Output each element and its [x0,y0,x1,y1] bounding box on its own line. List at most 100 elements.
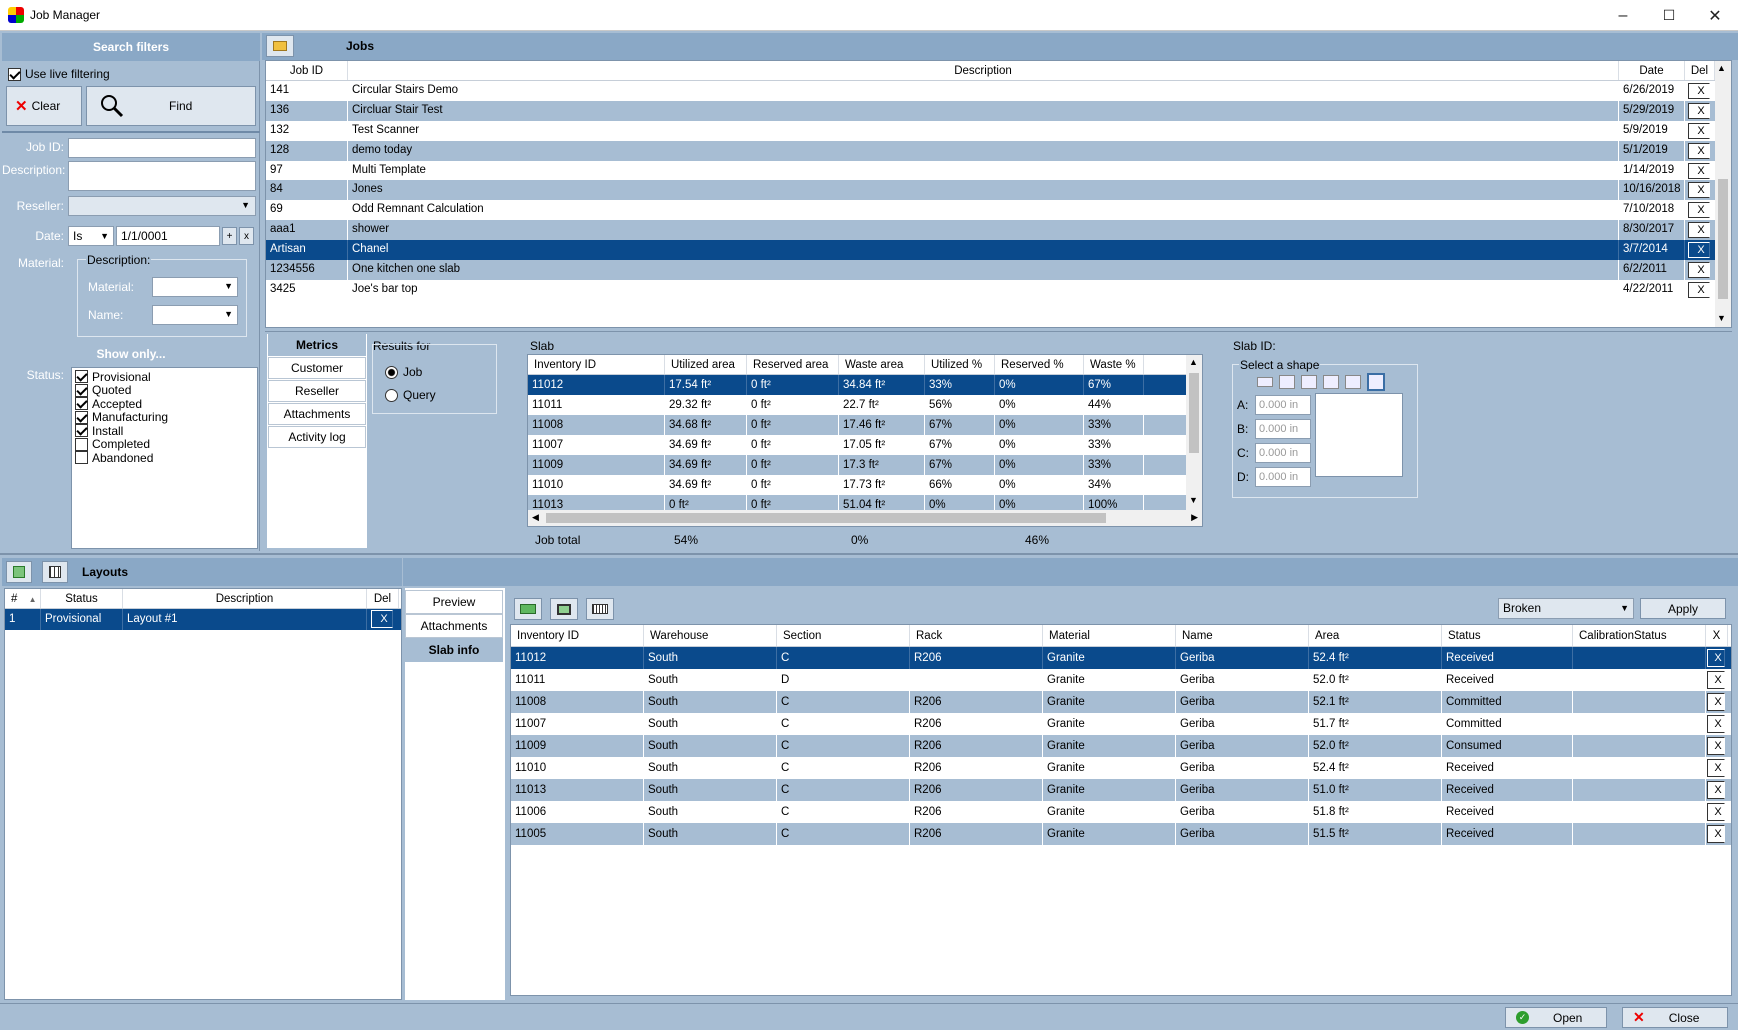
job-row[interactable]: 97 Multi Template 1/14/2019 X [266,160,1731,181]
delete-slab-button[interactable]: X [1707,781,1725,799]
slab-row[interactable]: 11009 34.69 ft² 0 ft² 17.3 ft² 67% 0% 33% [528,455,1202,475]
col-job-id[interactable]: Job ID [266,61,348,80]
slab-info-row[interactable]: 11010 South C R206 Granite Geriba 52.4 ft² Rece… [511,757,1731,779]
description-input[interactable] [68,161,256,191]
slab-info-col-header[interactable]: Inventory ID [511,625,644,646]
slab-info-row[interactable]: 11012 South C R206 Granite Geriba 52.4 ft² Rece… [511,647,1731,669]
close-window-button[interactable]: ✕ [1692,0,1738,31]
delete-job-button[interactable]: X [1688,202,1710,219]
name-dropdown[interactable]: ▼ [152,305,238,325]
slab-info-col-header[interactable]: CalibrationStatus [1573,625,1706,646]
scroll-thumb[interactable] [1718,179,1728,299]
job-row[interactable]: 136 Circluar Stair Test 5/29/2019 X [266,100,1731,121]
slab-info-row[interactable]: 11005 South C R206 Granite Geriba 51.5 ft² Rece… [511,823,1731,845]
delete-slab-button[interactable]: X [1707,759,1725,777]
jobs-scrollbar[interactable]: ▲ ▼ [1715,61,1731,327]
status-checkbox[interactable]: Completed [75,437,254,451]
apply-button[interactable]: Apply [1640,598,1726,619]
status-checkbox[interactable]: Abandoned [75,451,254,465]
col-num[interactable]: # ▲ [5,589,41,608]
slab-col-header[interactable]: Reserved area [747,355,839,374]
notch-shape-icon[interactable] [1279,375,1295,389]
slab-info-col-header[interactable]: Name [1176,625,1309,646]
status-checkbox[interactable]: Install [75,424,254,438]
slab-hscrollbar[interactable]: ◀ ▶ [528,510,1202,526]
clear-button[interactable]: ✕ Clear [6,86,82,126]
delete-layout-button[interactable]: X [371,610,393,628]
corner-shape-icon[interactable] [1323,375,1339,389]
step-shape-icon[interactable] [1345,375,1361,389]
delete-job-button[interactable]: X [1688,222,1710,239]
scroll-right-icon[interactable]: ▶ [1191,512,1198,523]
delete-slab-button[interactable]: X [1707,803,1725,821]
metrics-tab[interactable]: Reseller [268,380,366,402]
layout-tab[interactable]: Preview [405,590,503,614]
layout-row[interactable]: 1 Provisional Layout #1 X [5,609,401,630]
minimize-button[interactable]: – [1600,0,1646,31]
slab-info-col-header[interactable]: Rack [910,625,1043,646]
slab-info-row[interactable]: 11013 South C R206 Granite Geriba 51.0 ft² Rece… [511,779,1731,801]
maximize-button[interactable]: ☐ [1646,0,1692,31]
slab-row[interactable]: 11008 34.68 ft² 0 ft² 17.46 ft² 67% 0% 33% [528,415,1202,435]
metrics-tab[interactable]: Activity log [268,426,366,448]
col-description[interactable]: Description [348,61,1619,80]
layout-grid-button[interactable] [42,561,68,583]
l-shape-icon[interactable] [1301,375,1317,389]
job-id-input[interactable] [68,138,256,158]
delete-slab-button[interactable]: X [1707,671,1725,689]
custom-shape-icon[interactable] [1367,373,1385,391]
slab-col-header[interactable]: Reserved % [995,355,1084,374]
date-operator-dropdown[interactable]: Is ▼ [68,226,114,246]
slab-row[interactable]: 11007 34.69 ft² 0 ft² 17.05 ft² 67% 0% 33% [528,435,1202,455]
dimension-input[interactable]: 0.000 in [1255,395,1311,415]
query-radio[interactable]: Query [385,388,436,402]
job-radio[interactable]: Job [385,365,422,379]
job-row[interactable]: 84 Jones 10/16/2018 X [266,180,1731,201]
delete-job-button[interactable]: X [1688,142,1710,159]
slab-info-row[interactable]: 11006 South C R206 Granite Geriba 51.8 ft² Rece… [511,801,1731,823]
delete-job-button[interactable]: X [1688,182,1710,199]
col-status[interactable]: Status [41,589,123,608]
open-button[interactable]: ✓ Open [1505,1007,1607,1028]
material-dropdown[interactable]: ▼ [152,277,238,297]
slab-col-header[interactable]: Waste % [1084,355,1144,374]
slab-vscrollbar[interactable]: ▲ ▼ [1186,355,1202,510]
green-slab-button[interactable] [514,598,542,620]
label-button[interactable] [586,598,614,620]
delete-job-button[interactable]: X [1688,162,1710,179]
delete-job-button[interactable]: X [1688,102,1710,119]
open-folder-button[interactable] [266,35,294,57]
delete-job-button[interactable]: X [1688,281,1710,298]
reseller-dropdown[interactable]: ▼ [68,196,256,216]
dimension-input[interactable]: 0.000 in [1255,419,1311,439]
col-date[interactable]: Date [1619,61,1685,80]
col-description[interactable]: Description [123,589,367,608]
slab-info-row[interactable]: 11008 South C R206 Granite Geriba 52.1 ft² Comm… [511,691,1731,713]
new-layout-button[interactable] [6,561,32,583]
slab-info-col-header[interactable]: Warehouse [644,625,777,646]
slab-row[interactable]: 11010 34.69 ft² 0 ft² 17.73 ft² 66% 0% 34% [528,475,1202,495]
delete-slab-button[interactable]: X [1707,715,1725,733]
job-row[interactable]: 141 Circular Stairs Demo 6/26/2019 X [266,81,1731,101]
layout-tab[interactable]: Slab info [405,638,503,662]
scroll-down-icon[interactable]: ▼ [1717,313,1726,323]
job-row[interactable]: 69 Odd Remnant Calculation 7/10/2018 X [266,200,1731,221]
slab-col-header[interactable]: Waste area [839,355,925,374]
status-checkbox[interactable]: Accepted [75,397,254,411]
delete-job-button[interactable]: X [1688,242,1710,259]
status-checkbox[interactable]: Manufacturing [75,410,254,424]
date-input[interactable]: 1/1/0001 [116,226,220,246]
slab-info-row[interactable]: 11007 South C R206 Granite Geriba 51.7 ft² Comm… [511,713,1731,735]
date-plus-button[interactable]: + [222,227,237,245]
dimension-input[interactable]: 0.000 in [1255,443,1311,463]
job-row[interactable]: aaa1 shower 8/30/2017 X [266,220,1731,241]
job-row[interactable]: Artisan Chanel 3/7/2014 X [266,240,1731,261]
slab-info-row[interactable]: 11011 South D Granite Geriba 52.0 ft² Received… [511,669,1731,691]
status-dropdown[interactable]: Broken ▼ [1498,598,1634,619]
job-row[interactable]: 132 Test Scanner 5/9/2019 X [266,120,1731,141]
slab-col-header[interactable]: Inventory ID [528,355,665,374]
monitor-button[interactable] [550,598,578,620]
slab-info-col-header[interactable]: Status [1442,625,1573,646]
rectangle-shape-icon[interactable] [1257,377,1273,387]
delete-job-button[interactable]: X [1688,83,1710,99]
